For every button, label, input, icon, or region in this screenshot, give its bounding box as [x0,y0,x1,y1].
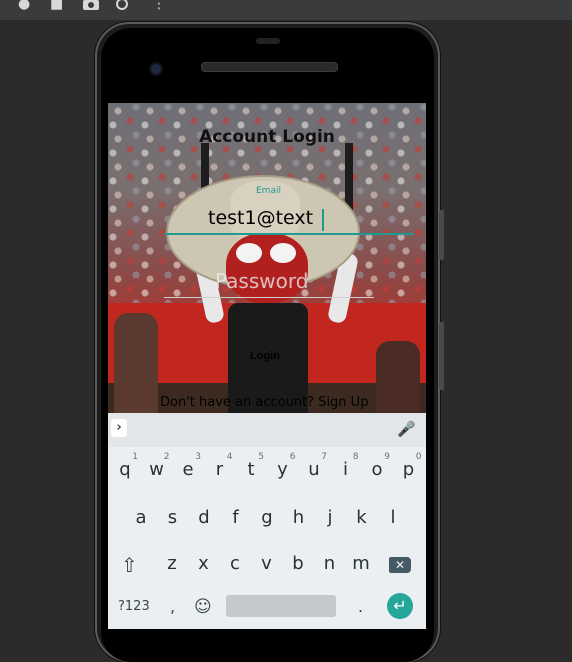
key-label: i [342,459,348,480]
key-label: t [247,459,255,480]
key-label: f [232,507,239,528]
key-label: c [230,553,240,574]
key-l[interactable]: l [383,507,403,528]
key-e[interactable]: e3 [178,452,201,480]
key-t[interactable]: t5 [241,452,264,480]
key-label: r [215,459,224,480]
key-hint: 8 [352,452,359,462]
key-a[interactable]: a [131,507,151,528]
camera-icon[interactable] [82,0,100,10]
key-label: w [149,459,164,480]
speaker-grille [201,62,338,72]
period-key[interactable]: . [358,597,363,616]
key-hint: 7 [321,452,327,462]
soft-keyboard: › 🎤 q1w2e3r4t5y6u7i8o9p0 asdfghjkl ⇧ ✕ z… [108,413,426,629]
key-u[interactable]: u7 [304,452,327,480]
key-q[interactable]: q1 [115,452,138,480]
mascot-eye [270,243,296,263]
key-label: j [327,507,333,528]
key-label: x [198,553,209,574]
record-icon[interactable]: ● [18,0,30,14]
signup-link[interactable]: Don't have an account? Sign Up [160,395,368,410]
enter-icon[interactable]: ↵ [387,593,413,619]
emoji-icon[interactable]: ☺ [194,597,212,617]
password-placeholder[interactable]: Password [215,269,308,293]
shift-icon[interactable]: ⇧ [121,553,138,577]
rotate-icon[interactable] [114,0,130,10]
key-j[interactable]: j [320,507,340,528]
key-label: p [402,459,415,480]
key-label: v [261,553,272,574]
key-hint: 2 [163,452,170,462]
key-z[interactable]: z [162,553,182,574]
key-n[interactable]: n [320,553,340,574]
comma-key[interactable]: , [170,597,175,616]
text-cursor [322,209,324,231]
key-r[interactable]: r4 [210,452,233,480]
power-button[interactable] [439,322,444,390]
key-m[interactable]: m [351,553,371,574]
background-person [376,341,420,413]
key-label: b [292,553,304,574]
key-label: e [182,459,194,480]
front-camera-icon [151,64,161,74]
space-key[interactable] [226,595,336,617]
key-f[interactable]: f [226,507,246,528]
emulator-toolbar: ● ■ ⋮ [0,0,572,20]
volume-button[interactable] [439,210,444,260]
suggestion-bar: › 🎤 [108,413,426,447]
numbers-key[interactable]: ?123 [118,599,150,614]
microphone-icon[interactable]: 🎤 [397,420,416,438]
key-b[interactable]: b [288,553,308,574]
page-title: Account Login [199,127,335,147]
key-hint: 5 [258,452,264,462]
backspace-icon[interactable]: ✕ [389,557,411,573]
key-s[interactable]: s [163,507,183,528]
key-y[interactable]: y6 [273,452,295,480]
key-label: a [135,507,147,528]
key-hint: 6 [289,452,296,462]
key-hint: 9 [384,452,390,462]
key-label: q [119,459,131,480]
key-label: z [167,553,177,574]
key-label: y [277,459,288,480]
key-o[interactable]: o9 [367,452,390,480]
login-button[interactable]: Login [244,349,286,363]
key-label: m [352,553,370,574]
key-label: g [261,507,273,528]
login-screen: Account Login Email test1@text Password … [108,103,426,413]
key-hint: 1 [132,452,138,462]
key-v[interactable]: v [257,553,277,574]
device-screen: Account Login Email test1@text Password … [108,103,426,629]
key-hint: 0 [415,452,422,462]
key-i[interactable]: i8 [336,452,359,480]
key-label: u [308,459,320,480]
key-x[interactable]: x [194,553,214,574]
key-hint: 4 [226,452,233,462]
key-label: d [198,507,210,528]
key-label: s [167,507,178,528]
key-g[interactable]: g [257,507,277,528]
email-label: Email [256,186,281,196]
background-person [114,313,158,413]
key-label: k [356,507,367,528]
earpiece [256,38,280,44]
mascot-eye [236,243,262,263]
key-p[interactable]: p0 [399,452,422,480]
key-h[interactable]: h [289,507,309,528]
key-w[interactable]: w2 [147,452,169,480]
key-k[interactable]: k [352,507,372,528]
chevron-right-icon[interactable]: › [111,419,127,437]
key-label: l [390,507,396,528]
key-label: o [371,459,383,480]
email-value[interactable]: test1@text [208,207,313,229]
key-c[interactable]: c [225,553,245,574]
key-d[interactable]: d [194,507,214,528]
key-label: n [323,553,336,574]
key-label: h [292,507,305,528]
more-icon[interactable]: ⋮ [152,0,166,14]
stop-icon[interactable]: ■ [50,0,63,14]
key-hint: 3 [195,452,201,462]
